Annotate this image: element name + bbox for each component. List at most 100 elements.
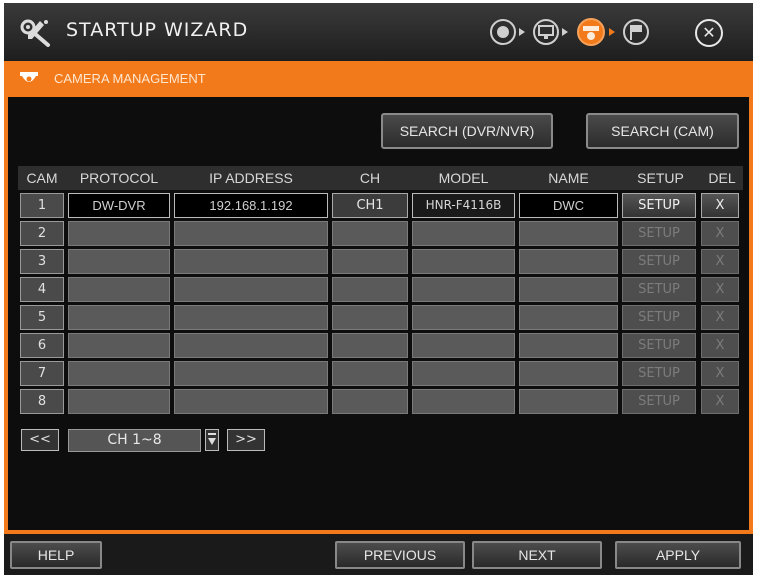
cam-number: 8 [20,389,64,414]
column-header-model: MODEL [438,170,489,186]
ip-address-field[interactable] [174,305,328,330]
protocol-field[interactable] [68,277,170,302]
model-field [412,361,515,386]
model-field [412,277,515,302]
name-field[interactable]: DWC [519,193,618,218]
column-header-cam: CAM [26,170,58,186]
protocol-field[interactable] [68,249,170,274]
delete-button[interactable]: X [701,333,739,358]
setup-button[interactable]: SETUP [622,361,696,386]
channel-field[interactable] [332,333,408,358]
ip-address-field[interactable] [174,249,328,274]
channel-field[interactable] [332,249,408,274]
ip-address-field[interactable] [174,221,328,246]
ip-address-field[interactable] [174,361,328,386]
setup-button[interactable]: SETUP [622,221,696,246]
setup-button[interactable]: SETUP [622,389,696,414]
wizard-steps [490,18,649,46]
name-field[interactable] [519,389,618,414]
cam-number: 5 [20,305,64,330]
name-field[interactable] [519,361,618,386]
dropdown-button[interactable] [205,429,219,451]
cam-number: 2 [20,221,64,246]
table-header: CAM PROTOCOL IP ADDRESS CH MODEL NAME SE… [18,166,743,190]
name-field[interactable] [519,277,618,302]
table-row: 8 SETUP X [18,389,743,414]
cam-number: 4 [20,277,64,302]
search-dvr-nvr-button[interactable]: SEARCH (DVR/NVR) [381,113,553,149]
wizard-tools-icon [20,19,50,47]
table-row: 6 SETUP X [18,333,743,358]
setup-button[interactable]: SETUP [622,277,696,302]
cam-number: 1 [20,193,64,218]
protocol-field[interactable] [68,305,170,330]
ip-address-field[interactable] [174,333,328,358]
model-field [412,305,515,330]
camera-management-panel: SEARCH (DVR/NVR) SEARCH (CAM) CAM PROTOC… [4,97,753,534]
channel-field[interactable] [332,305,408,330]
delete-button[interactable]: X [701,193,739,218]
protocol-field[interactable] [68,361,170,386]
ip-address-field[interactable]: 192.168.1.192 [174,193,328,218]
protocol-field[interactable] [68,389,170,414]
column-header-name: NAME [548,170,589,186]
help-button[interactable]: HELP [10,541,102,569]
ip-address-field[interactable] [174,277,328,302]
section-header: CAMERA MANAGEMENT [4,61,753,97]
setup-button[interactable]: SETUP [622,193,696,218]
delete-button[interactable]: X [701,277,739,302]
cam-number: 7 [20,361,64,386]
next-page-button[interactable]: >> [227,429,265,451]
channel-range-select[interactable]: CH 1~8 [68,429,201,452]
startup-wizard-window: STARTUP WIZARD ✕ CAMERA MANAGEMENT SEARC… [4,3,753,575]
model-field [412,389,515,414]
protocol-field[interactable]: DW-DVR [68,193,170,218]
model-field [412,249,515,274]
close-icon: ✕ [702,23,716,42]
table-row: 4 SETUP X [18,277,743,302]
close-button[interactable]: ✕ [695,19,723,47]
name-field[interactable] [519,221,618,246]
table-row: 5 SETUP X [18,305,743,330]
network-icon [490,19,516,45]
model-field: HNR-F4116B [412,193,515,218]
previous-page-button[interactable]: << [21,429,59,451]
table-row: 3 SETUP X [18,249,743,274]
setup-button[interactable]: SETUP [622,333,696,358]
delete-button[interactable]: X [701,361,739,386]
column-header-ch: CH [359,170,381,186]
cam-number: 6 [20,333,64,358]
column-header-setup: SETUP [637,170,684,186]
table-row: 1 DW-DVR 192.168.1.192 CH1 HNR-F4116B DW… [18,193,743,218]
window-title: STARTUP WIZARD [66,19,249,41]
ip-address-field[interactable] [174,389,328,414]
camera-icon [20,72,38,82]
cam-number: 3 [20,249,64,274]
protocol-field[interactable] [68,333,170,358]
setup-button[interactable]: SETUP [622,305,696,330]
search-cam-button[interactable]: SEARCH (CAM) [586,113,739,149]
setup-button[interactable]: SETUP [622,249,696,274]
apply-button[interactable]: APPLY [615,541,741,569]
next-button[interactable]: NEXT [472,541,602,569]
column-header-del: DEL [708,170,736,186]
channel-field[interactable] [332,389,408,414]
previous-button[interactable]: PREVIOUS [335,541,465,569]
section-title: CAMERA MANAGEMENT [54,71,206,86]
channel-field[interactable]: CH1 [332,193,408,218]
name-field[interactable] [519,305,618,330]
channel-field[interactable] [332,277,408,302]
channel-field[interactable] [332,221,408,246]
name-field[interactable] [519,333,618,358]
monitor-icon [533,19,559,45]
delete-button[interactable]: X [701,221,739,246]
channel-field[interactable] [332,361,408,386]
column-header-ip-address: IP ADDRESS [209,170,293,186]
delete-button[interactable]: X [701,249,739,274]
protocol-field[interactable] [68,221,170,246]
delete-button[interactable]: X [701,305,739,330]
delete-button[interactable]: X [701,389,739,414]
finish-flag-icon [623,19,649,45]
name-field[interactable] [519,249,618,274]
model-field [412,221,515,246]
